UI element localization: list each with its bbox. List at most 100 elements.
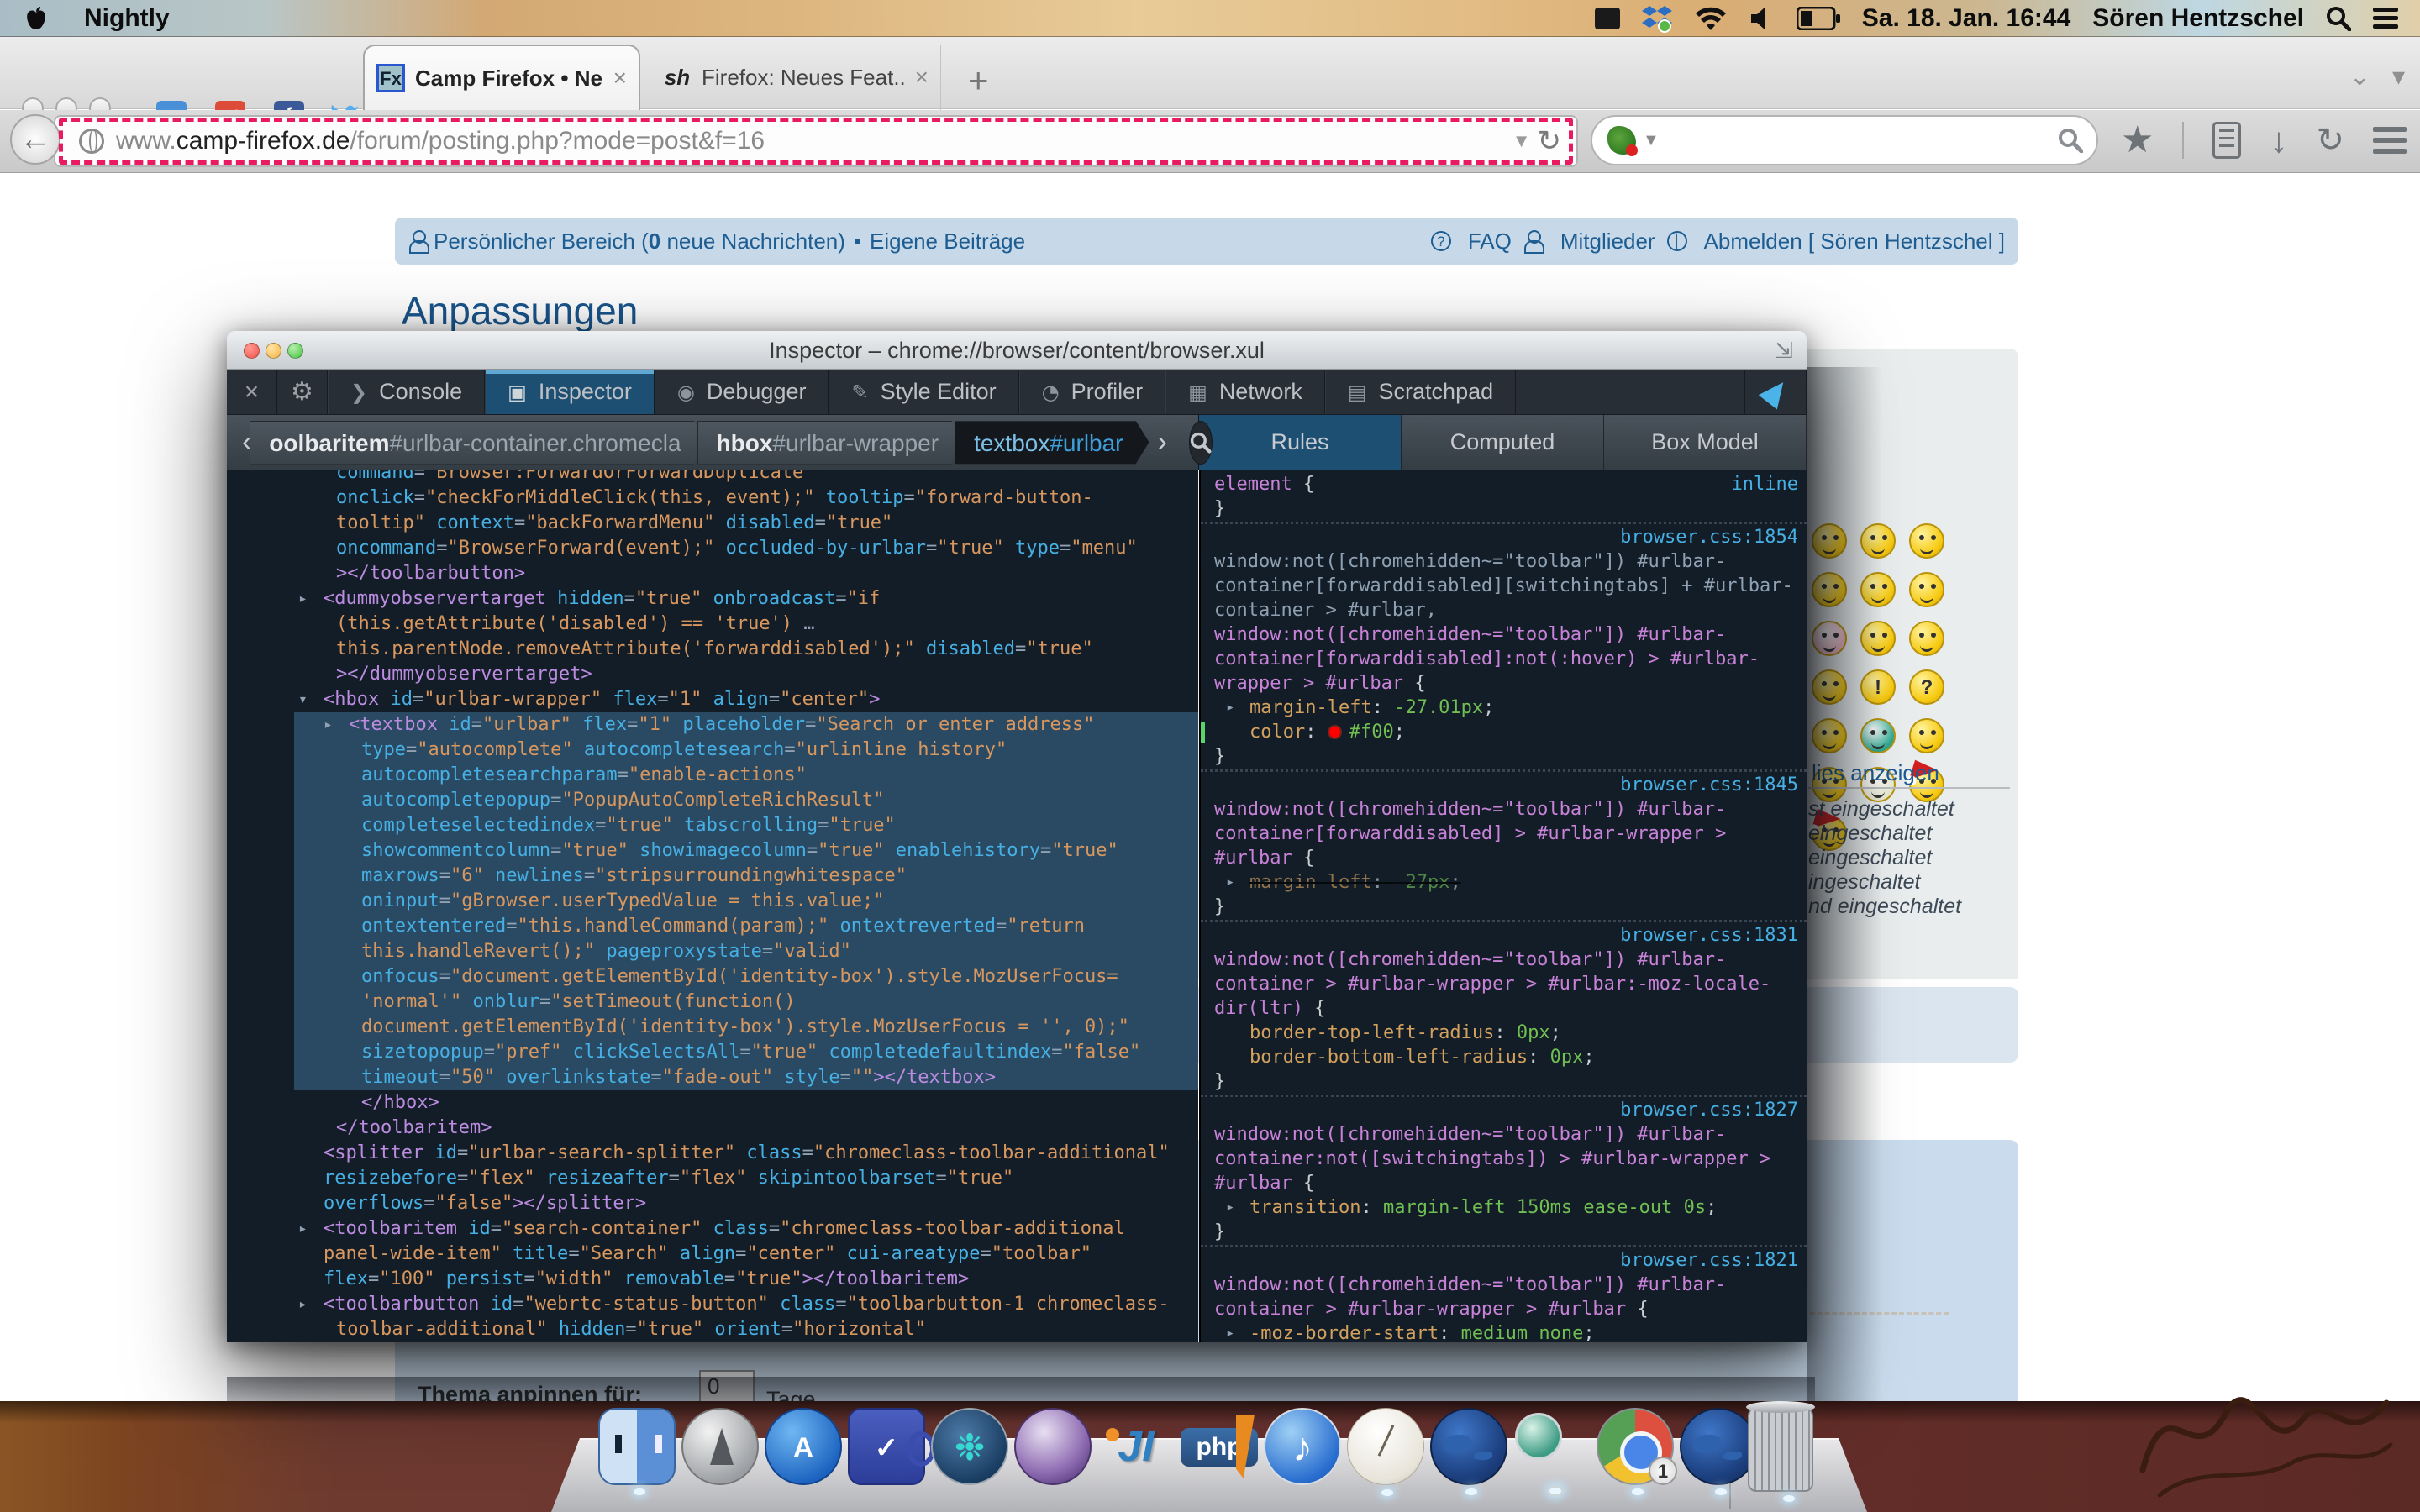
notification-center-icon[interactable] [2373, 3, 2398, 33]
smiley-razz-icon[interactable] [1909, 572, 1944, 607]
devtools-options-gear-icon[interactable]: ⚙ [277, 370, 328, 414]
tab-camp-firefox[interactable]: Fx Camp Firefox • Ne... × [363, 45, 640, 110]
menu-user-name[interactable]: Sören Hentzschel [2092, 4, 2304, 33]
twisty-icon[interactable]: ▾ [298, 687, 308, 712]
markup-line[interactable]: oninput="gBrowser.userTypedValue = this.… [227, 889, 1198, 914]
markup-line[interactable]: ▸<toolbarbutton id="webrtc-status-button… [227, 1292, 1198, 1317]
reload-icon[interactable]: ↻ [1538, 124, 1562, 158]
rule-row[interactable]: ▸margin-left: -27px; [1201, 870, 1807, 895]
rule-row[interactable]: browser.css:1854 [1201, 525, 1807, 549]
downloads-icon[interactable]: ↓ [2270, 120, 2287, 160]
tab-scroll-icon[interactable]: ⌄ [2349, 62, 2370, 92]
markup-line[interactable]: tooltip" context="backForwardMenu" disab… [227, 511, 1198, 536]
faq-link[interactable]: FAQ [1468, 228, 1512, 255]
tool-tab-debugger[interactable]: ◉Debugger [655, 370, 829, 414]
markup-line[interactable]: onfocus="document.getElementById('identi… [227, 964, 1198, 990]
back-button[interactable]: ← [10, 114, 60, 165]
expand-icon[interactable]: ▸ [1226, 1195, 1234, 1220]
tool-tab-profiler[interactable]: ◔Profiler [1019, 370, 1165, 414]
rule-source-link[interactable]: browser.css:1821 [1620, 1248, 1798, 1273]
site-identity-globe-icon[interactable] [79, 129, 104, 154]
rule-row[interactable]: container[forwarddisabled] > #urlbar-wra… [1201, 822, 1807, 846]
twisty-icon[interactable]: ▸ [298, 1216, 308, 1242]
markup-line[interactable]: command="Browser:ForwardOrForwardDuplica… [227, 470, 1198, 486]
tool-tab-style-editor[interactable]: ✎Style Editor [829, 370, 1018, 414]
markup-line[interactable]: ></dummyobservertarget> [227, 662, 1198, 687]
rule-row[interactable]: } [1201, 1069, 1807, 1094]
markup-line[interactable]: showcommentcolumn="true" showimagecolumn… [227, 838, 1198, 864]
dock-eclipse-icon[interactable] [1014, 1408, 1092, 1485]
rules-view[interactable]: element {inline}browser.css:1854window:n… [1199, 470, 1807, 1342]
rule-row[interactable]: window:not([chromehidden~="toolbar"]) #u… [1201, 549, 1807, 574]
markup-line[interactable]: (this.getAttribute('disabled') == 'true'… [227, 612, 1198, 637]
rule-row[interactable]: browser.css:1821 [1201, 1248, 1807, 1273]
volume-icon[interactable] [1749, 6, 1775, 31]
markup-view[interactable]: command="Browser:ForwardOrForwardDuplica… [227, 470, 1198, 1342]
rule-row[interactable]: ▸-moz-border-start: medium none; [1201, 1321, 1807, 1342]
dock-intellij-idea-icon[interactable]: JI [1097, 1408, 1175, 1485]
rule-source-link[interactable]: inline [1732, 472, 1798, 496]
markup-line[interactable]: type="autocomplete" autocompletesearch="… [227, 738, 1198, 763]
breadcrumb-forward-icon[interactable]: › [1150, 426, 1176, 459]
dock-circuit-tree-icon[interactable] [931, 1408, 1008, 1485]
twisty-icon[interactable]: ▸ [298, 1292, 308, 1317]
markup-line[interactable]: </hbox> [227, 1090, 1198, 1116]
battery-icon[interactable] [1797, 7, 1840, 30]
markup-line[interactable]: autocompletesearchparam="enable-actions" [227, 763, 1198, 788]
markup-line[interactable]: resizebefore="flex" resizeafter="flex" s… [227, 1166, 1198, 1191]
markup-line[interactable]: maxrows="6" newlines="stripsurroundingwh… [227, 864, 1198, 889]
tool-tab-scratchpad[interactable]: ▤Scratchpad [1325, 370, 1516, 414]
markup-line[interactable]: sizetopopup="pref" clickSelectsAll="true… [227, 1040, 1198, 1065]
markup-line[interactable]: onclick="checkForMiddleClick(this, event… [227, 486, 1198, 511]
rule-row[interactable]: window:not([chromehidden~="toolbar"]) #u… [1201, 1122, 1807, 1147]
markup-line[interactable]: 'normal'" onblur="setTimeout(function() [227, 990, 1198, 1015]
bookmarks-menu-icon[interactable] [2212, 122, 2241, 159]
rule-row[interactable]: } [1201, 895, 1807, 919]
markup-line[interactable]: <splitter id="urlbar-search-splitter" cl… [227, 1141, 1198, 1166]
rule-row[interactable]: container[forwarddisabled][switchingtabs… [1201, 574, 1807, 598]
rule-row[interactable]: window:not([chromehidden~="toolbar"]) #u… [1201, 948, 1807, 972]
rule-row[interactable]: color: #f00; [1201, 720, 1807, 744]
tab-close-icon[interactable]: × [613, 65, 627, 92]
new-tab-button[interactable]: + [968, 60, 989, 101]
search-dropmarker-icon[interactable]: ▼ [1643, 131, 1660, 150]
markup-line[interactable]: panel-wide-item" title="Search" align="c… [227, 1242, 1198, 1267]
markup-line[interactable]: ontextentered="this.handleCommand(param)… [227, 914, 1198, 939]
dock-launchpad-icon[interactable] [681, 1408, 759, 1485]
rule-row[interactable]: wrapper > #urlbar { [1201, 671, 1807, 696]
search-magnifier-icon[interactable] [2058, 128, 2083, 153]
sidebar-tab-computed[interactable]: Computed [1402, 415, 1604, 470]
markup-line[interactable]: timeout="50" overlinkstate="fade-out" st… [227, 1065, 1198, 1090]
markup-line[interactable]: ▸<textbox id="urlbar" flex="1" placehold… [227, 712, 1198, 738]
markup-line[interactable]: this.handleRevert();" pageproxystate="va… [227, 939, 1198, 964]
markup-line[interactable]: toolbar-additional" hidden="true" orient… [227, 1317, 1198, 1342]
markup-line[interactable]: ▸<dummyobservertarget hidden="true" onbr… [227, 586, 1198, 612]
urlbar-dropmarker-icon[interactable]: ▼ [1512, 130, 1531, 152]
window-expand-icon[interactable]: ⇲ [1773, 339, 1795, 361]
dock-task-mug-icon[interactable]: ✓ [848, 1408, 925, 1485]
rule-row[interactable]: } [1201, 1220, 1807, 1244]
rule-row[interactable]: border-top-left-radius: 0px; [1201, 1021, 1807, 1045]
rule-row[interactable]: border-bottom-left-radius: 0px; [1201, 1045, 1807, 1069]
list-all-tabs-icon[interactable]: ▾ [2392, 62, 2405, 92]
markup-line[interactable]: overflows="false"></splitter> [227, 1191, 1198, 1216]
markup-line[interactable]: ▾<hbox id="urlbar-wrapper" flex="1" alig… [227, 687, 1198, 712]
rule-row[interactable]: #urlbar { [1201, 846, 1807, 870]
spotlight-icon[interactable] [2326, 6, 2351, 31]
apple-menu-icon[interactable] [25, 6, 47, 31]
rule-row[interactable]: container[forwarddisabled]:not(:hover) >… [1201, 647, 1807, 671]
breadcrumb-item-textbox[interactable]: textbox#urlbar [955, 421, 1149, 465]
rule-row[interactable]: element {inline [1201, 472, 1807, 496]
rule-row[interactable]: #urlbar { [1201, 1171, 1807, 1195]
expand-icon[interactable]: ▸ [1226, 696, 1234, 720]
rule-source-link[interactable]: browser.css:1845 [1620, 773, 1798, 797]
expand-icon[interactable]: ▸ [1226, 870, 1234, 895]
smiley-question-icon[interactable]: ? [1909, 669, 1944, 705]
dock-white-sphere-icon[interactable] [1347, 1408, 1424, 1485]
search-bar[interactable]: ▼ [1591, 115, 2098, 165]
tool-tab-console[interactable]: ❯Console [328, 370, 485, 414]
markup-line[interactable]: this.parentNode.removeAttribute('forward… [227, 637, 1198, 662]
breadcrumb-item-hbox[interactable]: hbox#urlbar-wrapper [697, 421, 965, 465]
twisty-icon[interactable]: ▸ [298, 586, 308, 612]
rule-row[interactable]: browser.css:1831 [1201, 923, 1807, 948]
